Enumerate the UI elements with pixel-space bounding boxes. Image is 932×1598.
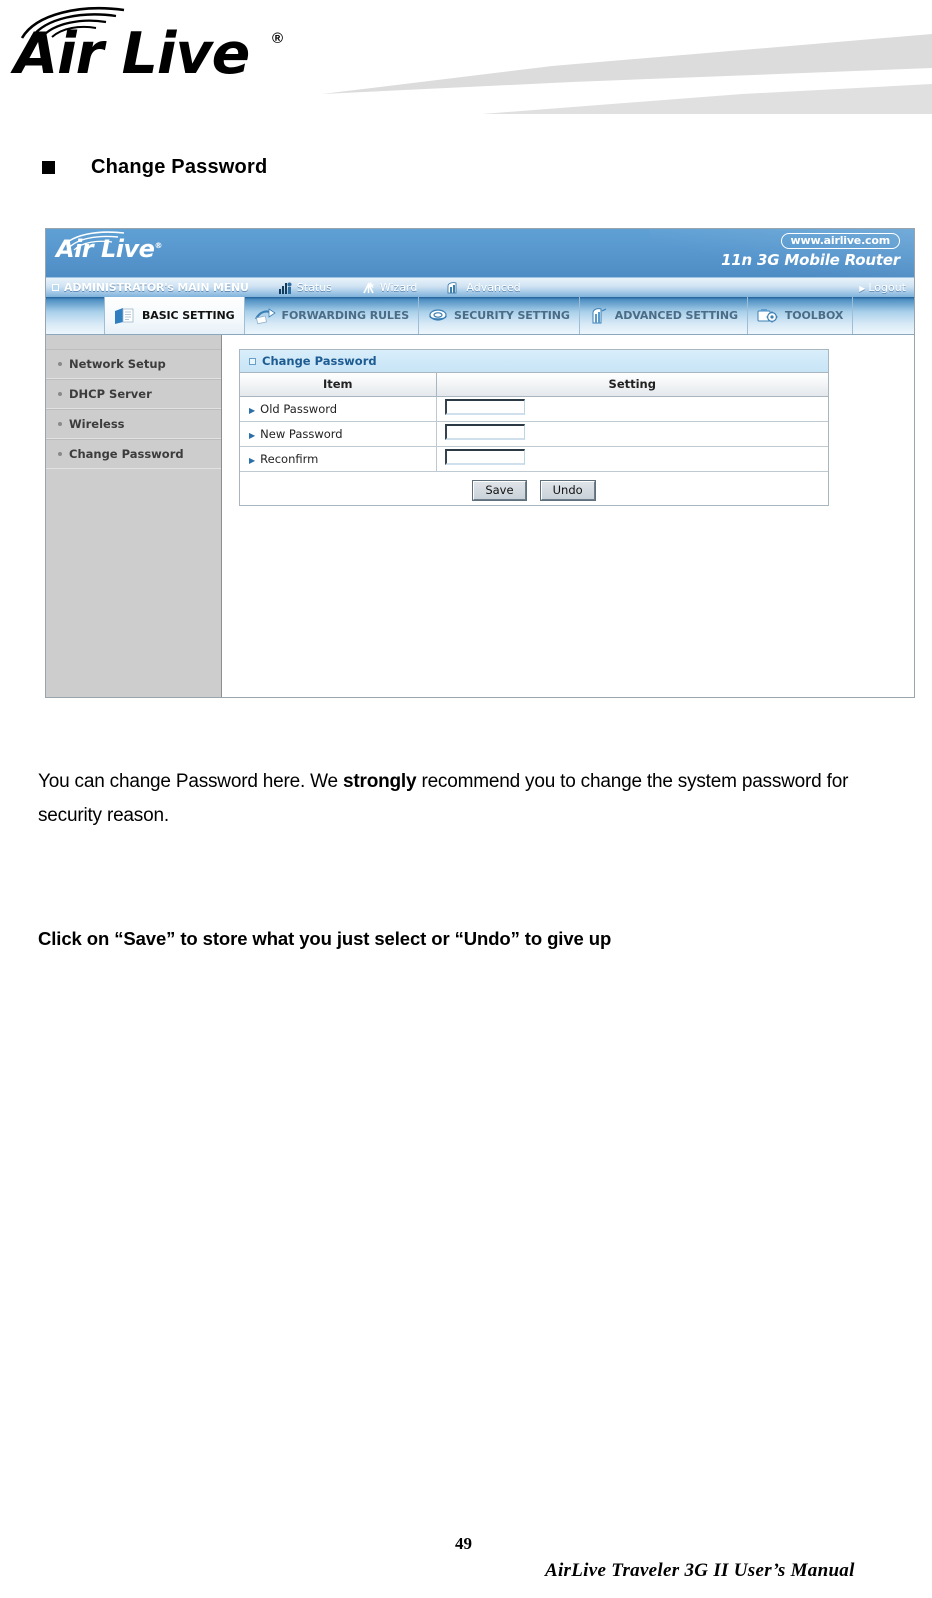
panel-button-row: Save Undo bbox=[240, 471, 828, 505]
row-setting-old-password bbox=[436, 396, 828, 422]
tab-advanced-setting[interactable]: ADVANCED SETTING bbox=[580, 297, 748, 334]
tower-building-icon bbox=[589, 307, 609, 325]
menu-square-icon bbox=[52, 284, 59, 291]
tab-security-setting-label: SECURITY SETTING bbox=[454, 309, 570, 322]
manual-title: AirLive Traveler 3G II User’s Manual bbox=[545, 1560, 855, 1581]
bullet-dot-icon bbox=[58, 452, 62, 456]
new-password-label: New Password bbox=[260, 426, 343, 441]
row-label-new-password: ▶ New Password bbox=[240, 421, 437, 447]
router-tab-bar: BASIC SETTING FORWARDING RULES SECURITY … bbox=[46, 297, 914, 335]
logout-arrow-icon: ▶ bbox=[859, 284, 866, 293]
router-main-pane: Change Password Item Setting ▶ Old Passwo… bbox=[222, 335, 914, 697]
router-header-band: Air Live® www.airlive.com 11n 3G Mobile … bbox=[46, 229, 914, 277]
triangle-bullet-icon: ▶ bbox=[249, 430, 256, 440]
wizard-wand-icon bbox=[362, 281, 375, 294]
shield-disc-icon bbox=[428, 307, 448, 325]
table-row: ▶ Old Password bbox=[240, 396, 828, 422]
bullet-dot-icon bbox=[58, 362, 62, 366]
panel-title-bar: Change Password bbox=[240, 350, 828, 373]
row-setting-new-password bbox=[436, 421, 828, 447]
old-password-input[interactable] bbox=[444, 399, 525, 415]
triangle-bullet-icon: ▶ bbox=[249, 405, 256, 415]
router-content-area: Network Setup DHCP Server Wireless Chang… bbox=[46, 335, 914, 697]
bullet-dot-icon bbox=[58, 392, 62, 396]
page-title: Change Password bbox=[91, 156, 268, 178]
sidebar-item-dhcp-server-label: DHCP Server bbox=[69, 387, 152, 401]
sidebar-item-wireless-label: Wireless bbox=[69, 417, 125, 431]
folder-document-icon bbox=[114, 307, 136, 325]
reconfirm-input[interactable] bbox=[444, 449, 525, 465]
column-header-item: Item bbox=[240, 373, 437, 397]
tab-toolbox-label: TOOLBOX bbox=[784, 309, 844, 322]
column-header-setting: Setting bbox=[436, 373, 828, 397]
sidebar-item-change-password[interactable]: Change Password bbox=[46, 439, 221, 469]
page-number: 49 bbox=[455, 1534, 472, 1553]
router-logo-reg: ® bbox=[154, 241, 162, 250]
router-model-name: 11n 3G Mobile Router bbox=[721, 251, 900, 269]
logo-registered-mark: ® bbox=[272, 30, 284, 47]
router-logo-text: Air Live bbox=[56, 235, 155, 263]
tab-security-setting[interactable]: SECURITY SETTING bbox=[419, 297, 580, 334]
table-row: ▶ New Password bbox=[240, 421, 828, 447]
tab-forwarding-rules[interactable]: FORWARDING RULES bbox=[245, 297, 420, 334]
paragraph-emphasis: strongly bbox=[343, 771, 417, 792]
main-menu-label-group: ADMINISTRATOR's MAIN MENU bbox=[52, 281, 249, 294]
section-heading: Change Password bbox=[42, 156, 267, 179]
main-menu-label: ADMINISTRATOR's MAIN MENU bbox=[64, 281, 249, 294]
row-setting-reconfirm bbox=[436, 446, 828, 472]
paragraph-part-1: You can change Password here. We bbox=[38, 771, 343, 792]
reconfirm-label: Reconfirm bbox=[260, 451, 319, 466]
table-row: ▶ Reconfirm bbox=[240, 446, 828, 472]
menu-item-advanced-label: Advanced bbox=[466, 281, 521, 294]
page-footer: 49 AirLive Traveler 3G II User’s Manual bbox=[0, 1534, 932, 1594]
menu-item-status-label: Status bbox=[296, 281, 332, 294]
sidebar-item-change-password-label: Change Password bbox=[69, 447, 184, 461]
airlive-logo: Air Live ® bbox=[10, 4, 310, 96]
advanced-chart-icon bbox=[447, 281, 461, 294]
router-menubar: ADMINISTRATOR's MAIN MENU Status Wizard … bbox=[46, 277, 914, 297]
menu-item-advanced[interactable]: Advanced bbox=[447, 281, 521, 294]
save-button[interactable]: Save bbox=[472, 479, 527, 501]
toolbox-gear-icon bbox=[757, 307, 779, 325]
tab-forwarding-rules-label: FORWARDING RULES bbox=[281, 309, 410, 322]
undo-button[interactable]: Undo bbox=[539, 479, 596, 501]
row-label-reconfirm: ▶ Reconfirm bbox=[240, 446, 437, 472]
logo-wordmark: Air Live bbox=[14, 21, 250, 87]
logout-link[interactable]: ▶ Logout bbox=[859, 281, 906, 294]
instruction-text: Click on “Save” to store what you just s… bbox=[38, 928, 612, 949]
status-bars-icon bbox=[278, 282, 292, 294]
website-url-badge[interactable]: www.airlive.com bbox=[780, 233, 900, 249]
sidebar-item-network-setup-label: Network Setup bbox=[69, 357, 166, 371]
bullet-dot-icon bbox=[58, 422, 62, 426]
tab-advanced-setting-label: ADVANCED SETTING bbox=[614, 309, 738, 322]
new-password-input[interactable] bbox=[444, 424, 525, 440]
tab-basic-setting[interactable]: BASIC SETTING bbox=[104, 297, 245, 334]
change-password-panel: Change Password Item Setting ▶ Old Passwo… bbox=[239, 349, 829, 506]
old-password-label: Old Password bbox=[260, 401, 338, 416]
tab-basic-setting-label: BASIC SETTING bbox=[142, 309, 235, 322]
triangle-bullet-icon: ▶ bbox=[249, 455, 256, 465]
router-sidebar: Network Setup DHCP Server Wireless Chang… bbox=[46, 335, 222, 697]
logout-label: Logout bbox=[868, 281, 906, 294]
menu-item-wizard[interactable]: Wizard bbox=[362, 281, 418, 294]
menu-item-wizard-label: Wizard bbox=[379, 281, 418, 294]
sidebar-item-wireless[interactable]: Wireless bbox=[46, 409, 221, 439]
router-logo: Air Live® bbox=[56, 235, 162, 263]
forward-arrow-icon bbox=[254, 307, 276, 325]
page-header: Air Live ® bbox=[0, 0, 932, 120]
table-header-row: Item Setting bbox=[240, 373, 828, 397]
sidebar-item-dhcp-server[interactable]: DHCP Server bbox=[46, 379, 221, 409]
row-label-old-password: ▶ Old Password bbox=[240, 396, 437, 422]
body-paragraph: You can change Password here. We strongl… bbox=[38, 765, 888, 833]
panel-square-icon bbox=[249, 357, 256, 365]
header-swoosh-decoration bbox=[322, 22, 932, 114]
square-bullet-icon bbox=[42, 161, 55, 174]
sidebar-item-network-setup[interactable]: Network Setup bbox=[46, 349, 221, 379]
panel-title-label: Change Password bbox=[262, 354, 377, 368]
tab-toolbox[interactable]: TOOLBOX bbox=[748, 297, 854, 334]
router-ui-screenshot: Air Live® www.airlive.com 11n 3G Mobile … bbox=[45, 228, 915, 698]
menu-item-status[interactable]: Status bbox=[278, 281, 332, 294]
change-password-table: Item Setting ▶ Old Password ▶ New Passwo… bbox=[240, 373, 828, 472]
